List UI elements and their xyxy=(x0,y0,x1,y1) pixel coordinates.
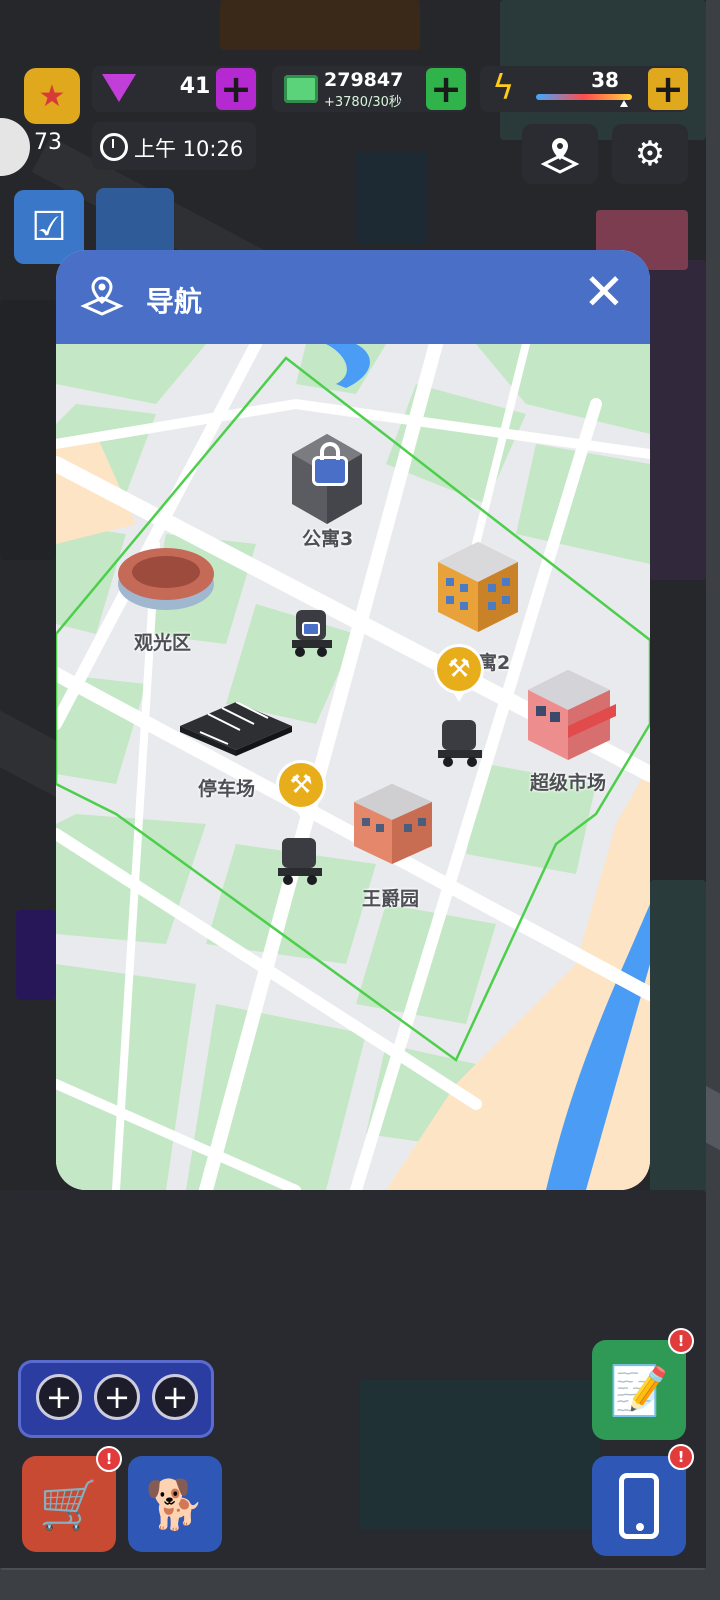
lightning-icon: ϟ xyxy=(492,68,515,108)
pet-button[interactable]: 🐕 xyxy=(128,1456,222,1552)
energy-bar xyxy=(536,94,632,100)
phone-alert-badge: ! xyxy=(668,1444,694,1470)
navigation-dialog: 导航 ✕ 公寓3 观光区 寓2 ⚒ 超级市场 停车场 ⚒ 王爵园 xyxy=(56,250,650,1190)
royal-garden-label: 王爵园 xyxy=(362,888,420,910)
map-pin-icon xyxy=(80,276,124,316)
lock-icon xyxy=(312,456,348,486)
notepad-icon: 📝 xyxy=(609,1362,669,1419)
parking-label: 停车场 xyxy=(198,778,256,800)
phone-button[interactable] xyxy=(592,1456,686,1556)
map-button[interactable] xyxy=(522,124,598,184)
energy-counter: ϟ 38 + xyxy=(480,66,688,112)
close-button[interactable]: ✕ xyxy=(580,267,628,317)
sightseeing-label: 观光区 xyxy=(134,632,192,654)
add-energy-button[interactable]: + xyxy=(648,68,688,110)
gem-counter: 41 + xyxy=(92,66,258,112)
shop-alert-badge: ! xyxy=(96,1446,122,1472)
notes-button[interactable]: 📝 xyxy=(592,1340,686,1440)
cash-icon xyxy=(284,75,318,103)
checklist-icon: ☑ xyxy=(31,204,67,250)
clock-time: 上午 10:26 xyxy=(134,137,244,161)
apartment3-label: 公寓3 xyxy=(302,528,354,550)
construction-worker-icon: ⚒ xyxy=(434,644,484,694)
dog-icon: 🐕 xyxy=(145,1476,205,1533)
add-cash-button[interactable]: + xyxy=(426,68,466,110)
gear-icon: ⚙ xyxy=(634,134,666,174)
construction-worker-icon: ⚒ xyxy=(276,760,326,810)
cash-counter: 279847 +3780/30秒 + xyxy=(272,66,468,112)
notes-alert-badge: ! xyxy=(668,1328,694,1354)
add-slot-button[interactable]: + xyxy=(36,1374,82,1420)
dialog-header: 导航 ✕ xyxy=(56,250,650,344)
add-gems-button[interactable]: + xyxy=(216,68,256,110)
gem-icon xyxy=(102,74,136,102)
energy-marker xyxy=(620,100,628,107)
level-star-icon[interactable]: ★ xyxy=(24,68,80,124)
navigation-map[interactable]: 公寓3 观光区 寓2 ⚒ 超级市场 停车场 ⚒ 王爵园 xyxy=(56,344,650,1190)
cash-value: 279847 xyxy=(324,69,404,91)
settings-button[interactable]: ⚙ xyxy=(612,124,688,184)
add-slot-button[interactable]: + xyxy=(152,1374,198,1420)
supermarket-label: 超级市场 xyxy=(530,772,607,794)
level-number: 73 xyxy=(34,130,62,155)
cash-rate: +3780/30秒 xyxy=(324,95,402,110)
map-icon xyxy=(540,138,580,174)
clock-icon xyxy=(100,133,128,161)
cart-icon: 🛒 xyxy=(39,1476,99,1533)
phone-icon xyxy=(619,1473,659,1539)
clock-display: 上午 10:26 xyxy=(92,122,256,170)
lock-icon xyxy=(302,622,320,636)
add-slot-button[interactable]: + xyxy=(94,1374,140,1420)
slot-panel: + + + xyxy=(18,1360,214,1438)
dialog-title: 导航 xyxy=(146,285,203,318)
